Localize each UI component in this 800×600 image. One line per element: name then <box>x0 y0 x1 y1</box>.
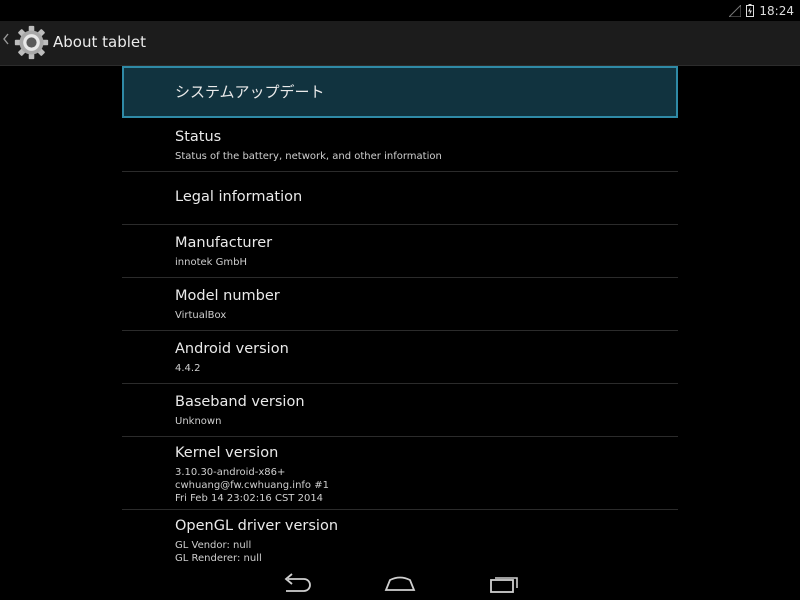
pref-title: Status <box>175 129 222 145</box>
home-icon[interactable] <box>378 570 422 596</box>
pref-title: Model number <box>175 288 280 304</box>
pref-summary: Unknown <box>175 416 222 427</box>
pref-manufacturer[interactable]: Manufacturer innotek GmbH <box>122 225 678 278</box>
pref-kernel-version[interactable]: Kernel version 3.10.30-android-x86+ cwhu… <box>122 437 678 510</box>
pref-android-version[interactable]: Android version 4.4.2 <box>122 331 678 384</box>
pref-title: システムアップデート <box>175 83 325 101</box>
page-title: About tablet <box>53 33 146 51</box>
pref-summary-line-3: Fri Feb 14 23:02:16 CST 2014 <box>175 493 324 504</box>
pref-title: OpenGL driver version <box>175 518 339 534</box>
clock: 18:24 <box>759 3 794 18</box>
action-bar: About tablet <box>0 21 800 66</box>
signal-icon <box>729 4 742 17</box>
pref-summary: innotek GmbH <box>175 257 247 268</box>
battery-charging-icon <box>746 4 755 17</box>
navigation-bar <box>0 564 800 600</box>
pref-summary: VirtualBox <box>175 310 227 321</box>
back-icon[interactable] <box>274 570 318 596</box>
pref-model-number[interactable]: Model number VirtualBox <box>122 278 678 331</box>
pref-status[interactable]: Status Status of the battery, network, a… <box>122 118 678 172</box>
pref-summary: Status of the battery, network, and othe… <box>175 151 442 162</box>
pref-opengl-driver-version[interactable]: OpenGL driver version GL Vendor: null GL… <box>122 510 678 564</box>
pref-summary-line-1: 3.10.30-android-x86+ <box>175 467 286 478</box>
status-bar: 18:24 <box>0 0 800 21</box>
pref-summary-line-2: cwhuang@fw.cwhuang.info #1 <box>175 480 329 491</box>
pref-title: Legal information <box>175 189 303 205</box>
pref-title: Baseband version <box>175 394 305 410</box>
recent-apps-icon[interactable] <box>482 570 526 596</box>
pref-title: Manufacturer <box>175 235 273 251</box>
pref-baseband-version[interactable]: Baseband version Unknown <box>122 384 678 437</box>
preference-list: システムアップデート Status Status of the battery,… <box>122 66 678 564</box>
pref-legal-information[interactable]: Legal information <box>122 172 678 225</box>
status-icons: 18:24 <box>729 0 794 21</box>
pref-title: Kernel version <box>175 445 279 461</box>
pref-title: Android version <box>175 341 289 357</box>
pref-summary-line-1: GL Vendor: null <box>175 540 252 551</box>
chevron-left-icon[interactable] <box>3 33 9 49</box>
pref-summary: 4.4.2 <box>175 363 201 374</box>
settings-gear-icon[interactable] <box>13 24 50 61</box>
pref-system-update[interactable]: システムアップデート <box>122 66 678 118</box>
